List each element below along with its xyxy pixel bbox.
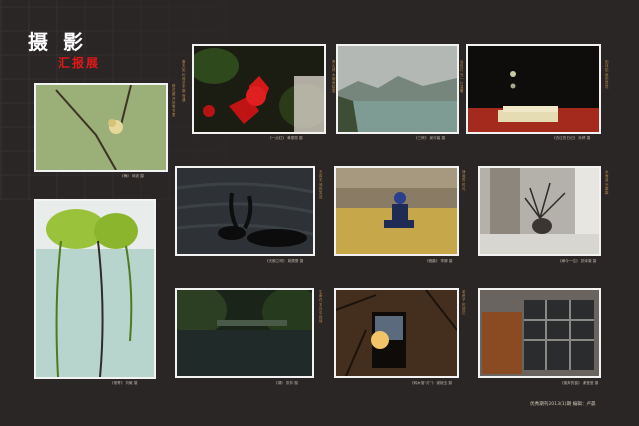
red-flower-image — [194, 46, 324, 132]
books-image — [468, 46, 599, 132]
side-note: 生命在岁月中延续 — [319, 290, 323, 324]
photo-pond — [175, 288, 314, 378]
hanging-plant-image — [36, 201, 154, 377]
photo-window-lamp — [334, 288, 459, 378]
photo-caption: 《稚趣》 李娜 摄 — [425, 259, 453, 263]
photo-caption: 《转木落“灯”》 谢婉玉 摄 — [410, 381, 452, 385]
side-note: 青山绿水烟雨朦胧 — [332, 60, 336, 94]
footer-credit: 优秀期刊2013(1)期 编辑：卢晨 — [530, 402, 596, 407]
side-note: 天真无邪的笑容 — [319, 170, 323, 200]
photo-caption: 《梅》 邱波 摄 — [120, 174, 144, 178]
child-image — [336, 168, 457, 254]
photo-hanging-plant — [34, 199, 156, 379]
photo-caption: 《去往的日记》 孙婷 摄 — [552, 136, 591, 140]
photo-caption: 《废弃的窗》 谢莹莹 摄 — [560, 381, 599, 385]
photo-caption: 《三峡》 吴可馨 摄 — [414, 136, 446, 140]
side-note: 如诗如画的意境 — [605, 60, 609, 90]
black-swans-image — [177, 168, 313, 254]
side-note: 远处灯光一片温暖 — [460, 60, 464, 94]
side-note: 水面波光粼粼 — [605, 170, 609, 196]
window-lamp-image — [336, 290, 457, 376]
poster-subtitle: 汇报展 — [58, 56, 101, 70]
photo-black-swans — [175, 166, 315, 256]
photo-caption: 《常青》 刘敏 摄 — [110, 381, 138, 385]
photo-caption: 《一点红》 黄丽丽 摄 — [268, 136, 303, 140]
photo-red-flower — [192, 44, 326, 134]
side-note: 静谧的时光 — [462, 170, 466, 191]
photo-three-gorges — [336, 44, 459, 134]
photo-child — [334, 166, 459, 256]
photo-old-window — [478, 288, 601, 378]
photo-caption: 《湖》 张非 摄 — [274, 381, 298, 385]
plum-image — [36, 85, 166, 170]
photo-books — [466, 44, 601, 134]
three-gorges-image — [338, 46, 457, 132]
photo-branch-vase — [478, 166, 601, 256]
branch-vase-image — [480, 168, 599, 254]
side-note: 春天如约而至不期而遇 — [182, 60, 186, 102]
photo-plum — [34, 83, 168, 172]
pond-image — [177, 290, 312, 376]
poster-page: 摄 影 汇报展 《梅》 邱波 摄 《一点红》 黄丽丽 摄 《三峡》 吴可馨 摄 … — [0, 0, 639, 426]
poster-title: 摄 影 — [28, 30, 87, 54]
old-window-image — [480, 290, 599, 376]
photo-caption: 《嫁今一位》 张泽凝 摄 — [558, 259, 597, 263]
side-note: 鲜花盛开的季节里 — [172, 84, 176, 118]
photo-caption: 《天鹅之吻》 姚蕾蕾 摄 — [265, 259, 304, 263]
side-note: 老房子的回忆 — [462, 290, 466, 316]
